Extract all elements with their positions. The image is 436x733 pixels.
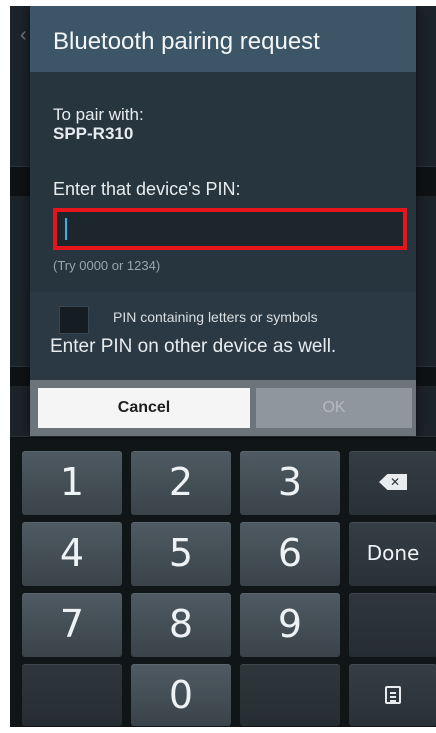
key-label: 7 xyxy=(59,602,85,646)
key-7[interactable]: 7 xyxy=(22,593,122,657)
done-key[interactable]: Done xyxy=(349,522,436,586)
numeric-keypad: 1 2 3 4 5 6 Done 7 8 9 0 xyxy=(10,438,436,727)
blank-key xyxy=(240,664,340,726)
back-arrow-icon: ‹ xyxy=(20,24,27,46)
key-5[interactable]: 5 xyxy=(131,522,231,586)
pin-hint: (Try 0000 or 1234) xyxy=(53,258,161,273)
enter-on-other-device-label: Enter PIN on other device as well. xyxy=(50,336,337,357)
blank-key xyxy=(22,664,122,726)
backspace-icon xyxy=(349,451,436,513)
key-1[interactable]: 1 xyxy=(22,451,122,515)
key-6[interactable]: 6 xyxy=(240,522,340,586)
key-label: 1 xyxy=(59,460,85,504)
checkbox-label: PIN containing letters or symbols xyxy=(113,309,318,325)
text-cursor xyxy=(65,218,67,240)
key-4[interactable]: 4 xyxy=(22,522,122,586)
done-label: Done xyxy=(366,541,420,565)
pin-label: Enter that device's PIN: xyxy=(53,179,241,199)
clipboard-icon xyxy=(349,664,436,726)
key-label: 8 xyxy=(168,602,194,646)
key-0[interactable]: 0 xyxy=(131,664,231,726)
dialog-body: To pair with: SPP-R310 Enter that device… xyxy=(30,72,416,292)
key-label: 5 xyxy=(168,531,194,575)
pair-with-label: To pair with: xyxy=(53,105,144,124)
key-label: 2 xyxy=(168,460,194,504)
dialog-button-bar: Cancel OK xyxy=(30,380,416,436)
ok-button[interactable]: OK xyxy=(256,388,412,428)
key-3[interactable]: 3 xyxy=(240,451,340,515)
dialog-title: Bluetooth pairing request xyxy=(53,28,320,55)
pairing-dialog: Bluetooth pairing request To pair with: … xyxy=(30,6,416,436)
clipboard-key[interactable] xyxy=(349,664,436,726)
key-label: 3 xyxy=(277,460,303,504)
backspace-key[interactable] xyxy=(349,451,436,515)
key-label: 4 xyxy=(59,531,85,575)
key-2[interactable]: 2 xyxy=(131,451,231,515)
device-name: SPP-R310 xyxy=(53,124,134,143)
letters-symbols-checkbox[interactable] xyxy=(59,306,89,334)
key-label: 0 xyxy=(168,673,194,717)
key-9[interactable]: 9 xyxy=(240,593,340,657)
cancel-button[interactable]: Cancel xyxy=(38,388,250,428)
key-label: 6 xyxy=(277,531,303,575)
phone-screen: ‹ Bluetooth pairing request To pair with… xyxy=(10,6,436,727)
key-label: 9 xyxy=(277,602,303,646)
blank-key xyxy=(349,593,436,657)
pin-input[interactable] xyxy=(53,208,407,250)
dialog-header: Bluetooth pairing request xyxy=(30,6,416,72)
key-8[interactable]: 8 xyxy=(131,593,231,657)
